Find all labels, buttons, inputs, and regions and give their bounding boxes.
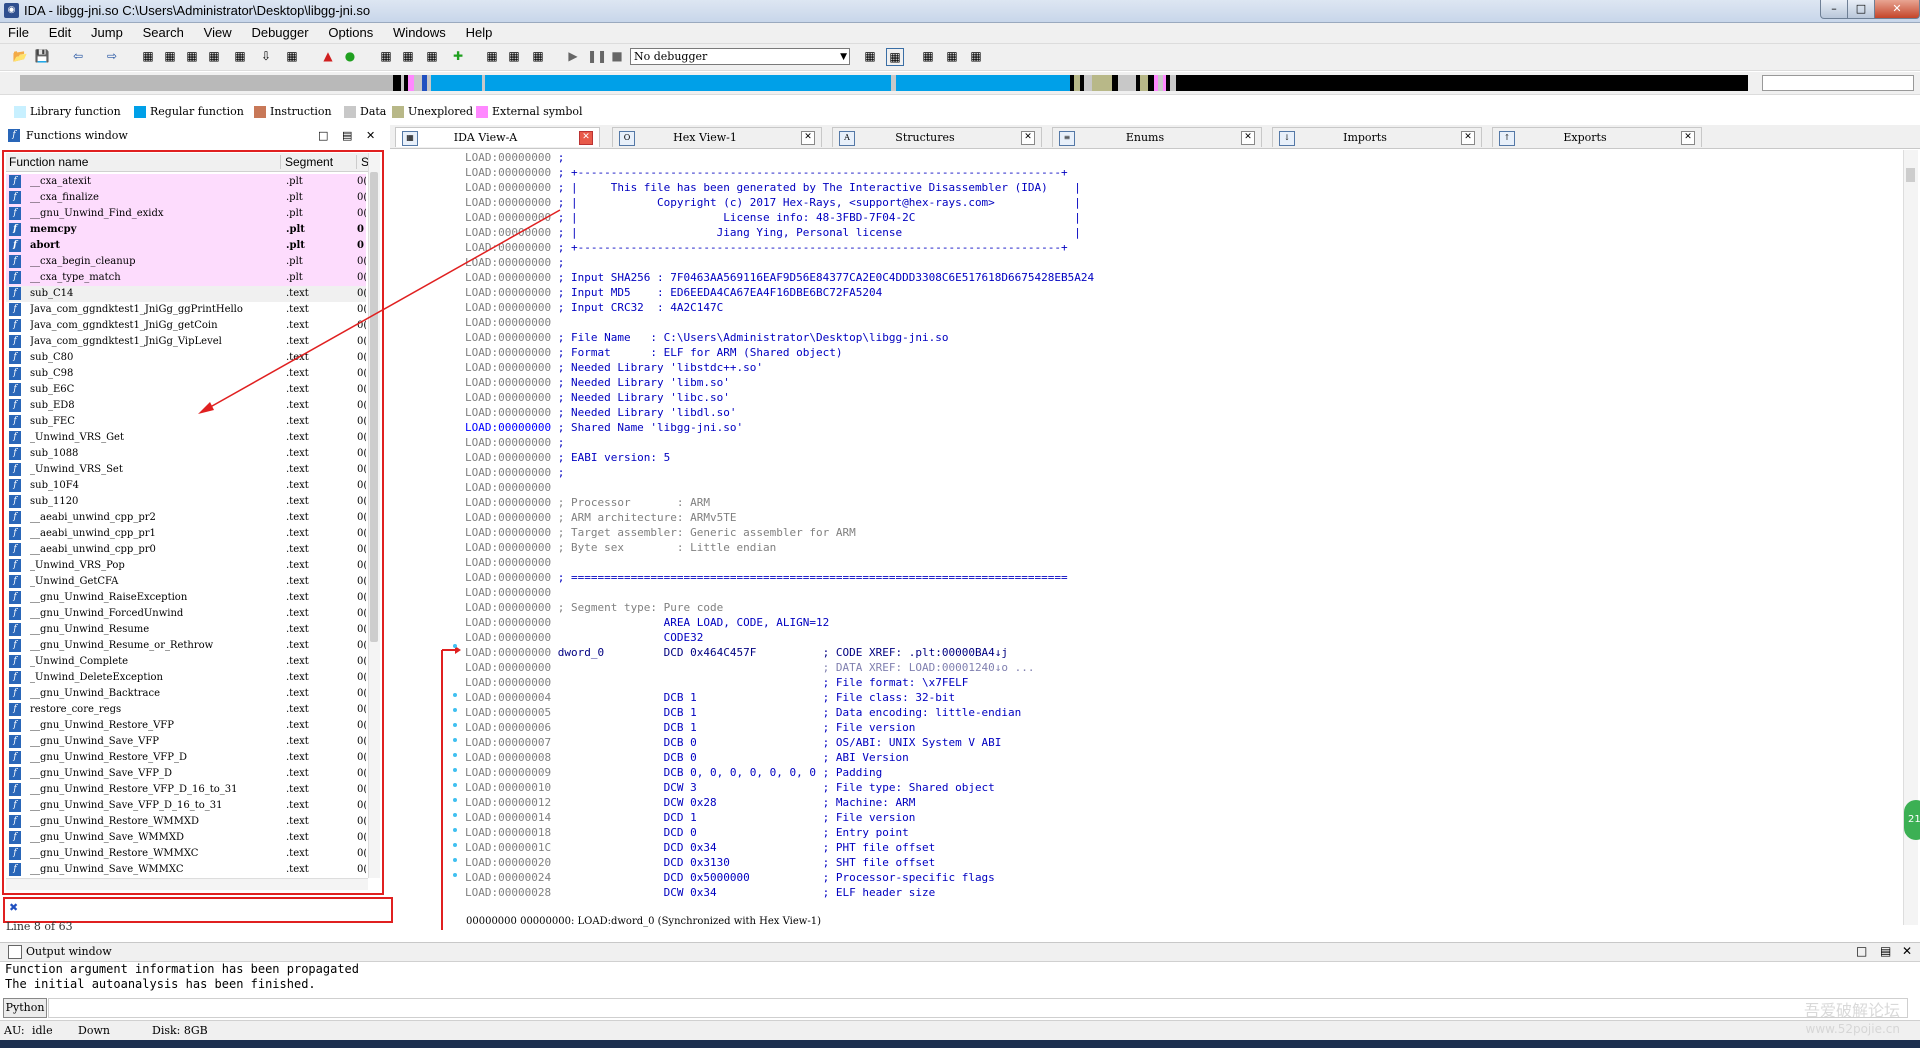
taskbar <box>0 1040 1920 1048</box>
output-window-title: Output window <box>26 945 112 958</box>
close-icon[interactable]: ✕ <box>1902 944 1912 958</box>
status-state: idle <box>32 1024 53 1037</box>
float-icon[interactable]: ▤ <box>1880 944 1891 958</box>
status-bar: AU: idle Down Disk: 8GB <box>0 1020 1920 1041</box>
python-button[interactable]: Python <box>3 998 47 1018</box>
output-text: Function argument information has been p… <box>5 962 359 992</box>
status-direction: Down <box>78 1024 110 1037</box>
annotation-arrow-head <box>198 402 214 414</box>
watermark-line: www.52pojie.cn <box>1805 1022 1900 1036</box>
watermark: 吾爱破解论坛 www.52pojie.cn <box>1804 1002 1900 1038</box>
notification-badge[interactable]: 21 <box>1904 800 1920 840</box>
restore-icon[interactable]: □ <box>1856 944 1867 958</box>
output-icon <box>8 945 22 959</box>
annotation-overlay <box>198 209 561 414</box>
output-window-titlebar: Output window □ ▤ ✕ <box>0 942 1920 962</box>
annotation-arrow-line <box>204 209 561 411</box>
watermark-line: 吾爱破解论坛 <box>1803 1001 1900 1020</box>
status-au-label: AU: <box>4 1024 25 1037</box>
status-disk: Disk: 8GB <box>152 1024 208 1037</box>
output-line: Function argument information has been p… <box>5 962 360 976</box>
python-command-input[interactable] <box>48 998 1908 1018</box>
output-line: The initial autoanalysis has been finish… <box>5 977 316 991</box>
